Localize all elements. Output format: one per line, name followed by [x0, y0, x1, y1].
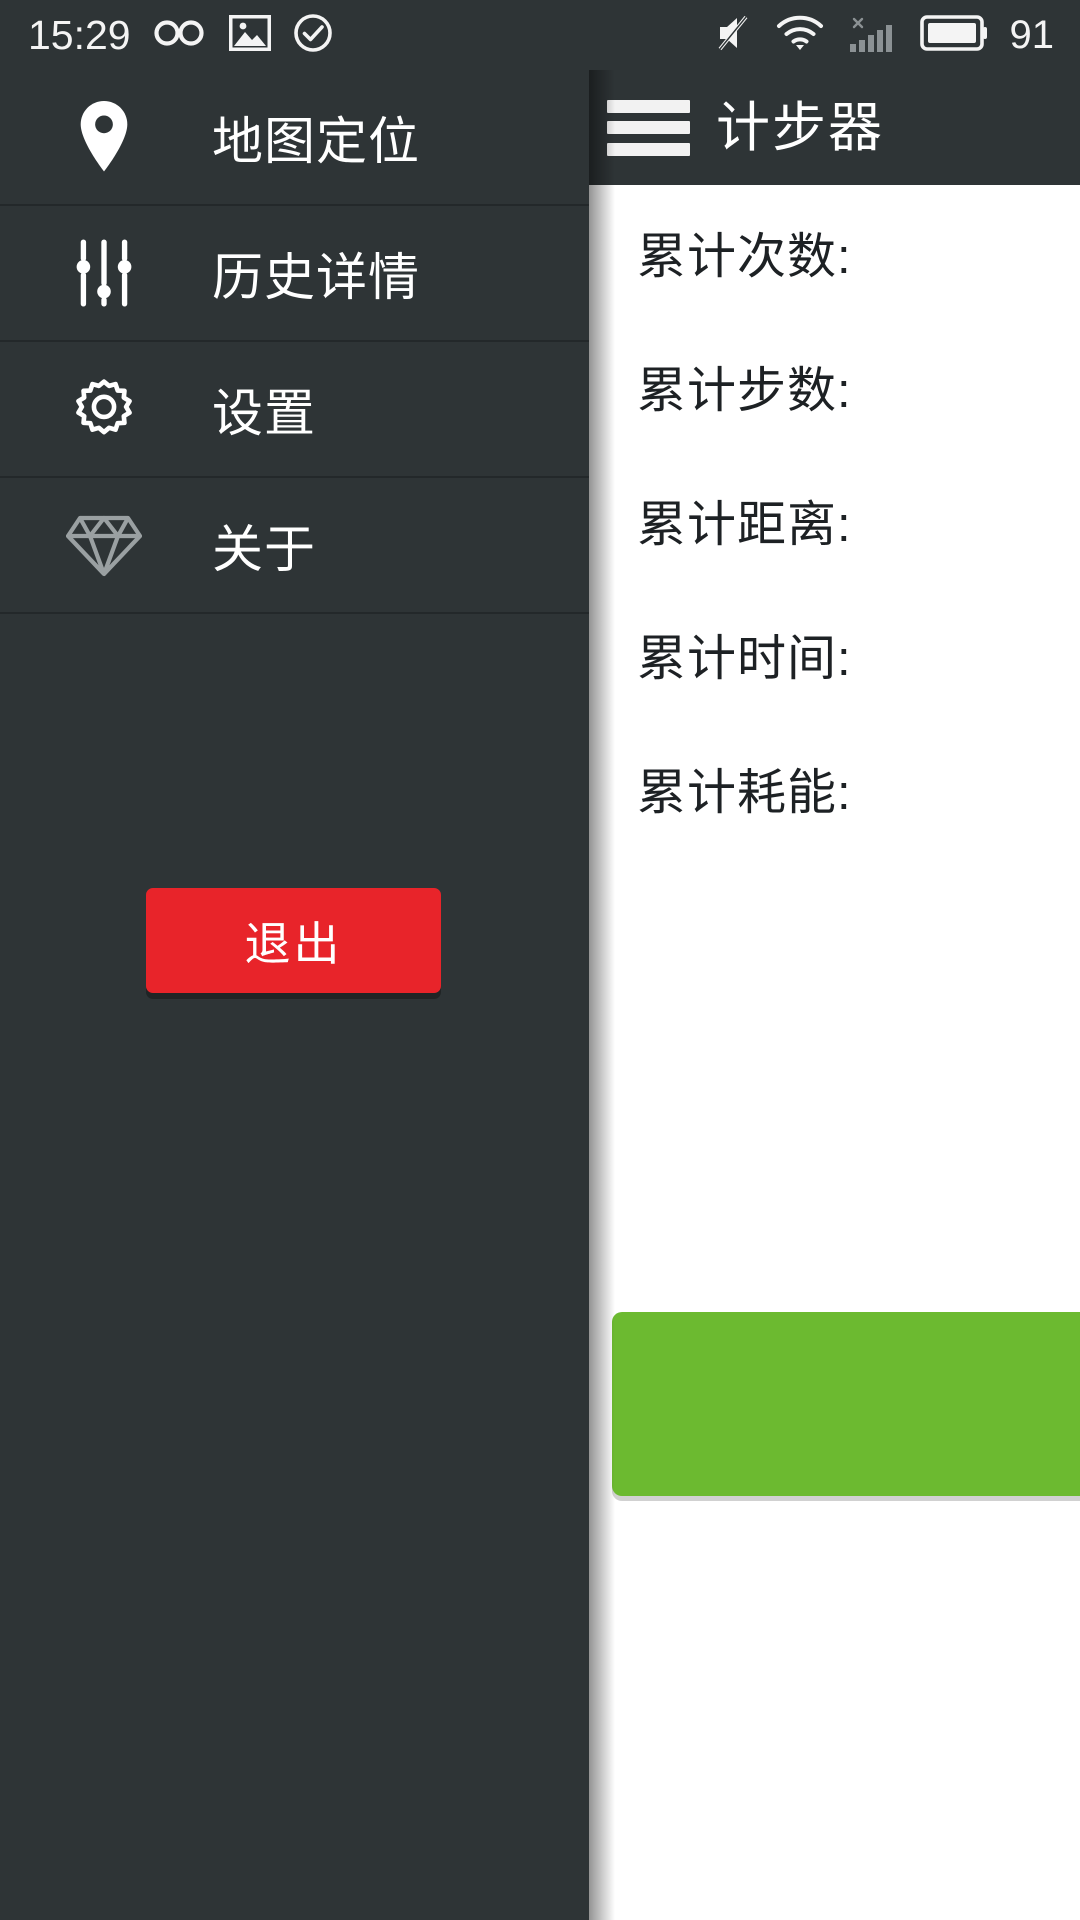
image-icon: [228, 14, 272, 56]
diamond-icon: [48, 512, 160, 578]
start-button[interactable]: [612, 1312, 1080, 1496]
map-pin-icon: [48, 99, 160, 175]
navigation-drawer: 地图定位 历史详情 设置 关于 退出: [0, 0, 589, 1920]
sidebar-item-label: 设置: [212, 385, 317, 442]
stat-row-energy: 累计耗能:: [589, 721, 1080, 855]
hamburger-bar-1: [607, 99, 690, 113]
wifi-icon: [776, 14, 824, 57]
hamburger-bar-2: [607, 121, 690, 134]
infinity-icon: [153, 16, 207, 55]
sidebar-item-about[interactable]: 关于: [0, 478, 589, 614]
stat-label-count: 累计次数:: [637, 229, 852, 284]
stat-row-count: 累计次数:: [589, 185, 1080, 319]
stats-list: 累计次数: 累计步数: 累计距离: 累计时间: 累计耗能:: [589, 185, 1080, 855]
app-action-bar: 计步器: [589, 70, 1080, 185]
sidebar-item-settings[interactable]: 设置: [0, 342, 589, 478]
app-content-panel: 计步器 累计次数: 累计步数: 累计距离: 累计时间: 累计耗能:: [589, 0, 1080, 1920]
stat-row-distance: 累计距离:: [589, 453, 1080, 587]
mute-icon: [716, 13, 754, 58]
hamburger-bar-3: [607, 142, 690, 156]
battery-percent-label: 91: [1009, 13, 1055, 57]
sidebar-item-label: 地图定位: [212, 113, 421, 170]
status-clock: 15:29: [28, 11, 131, 58]
sidebar-item-map-location[interactable]: 地图定位: [0, 70, 589, 206]
status-bar: 15:29 91: [0, 0, 1080, 70]
status-bar-right: 91: [716, 0, 1055, 70]
page-title: 计步器: [716, 97, 884, 158]
stat-label-time: 累计时间:: [637, 631, 852, 686]
stat-label-energy: 累计耗能:: [637, 765, 852, 820]
drawer-menu-list: 地图定位 历史详情 设置 关于: [0, 70, 589, 614]
gear-icon: [48, 376, 160, 442]
phone-screen: 计步器 累计次数: 累计步数: 累计距离: 累计时间: 累计耗能: 地图定位 历…: [0, 0, 1080, 1920]
sidebar-item-history-details[interactable]: 历史详情: [0, 206, 589, 342]
sliders-icon: [48, 238, 160, 308]
stat-label-distance: 累计距离:: [637, 497, 852, 552]
signal-bars-no-service-icon: [846, 12, 898, 59]
stat-row-steps: 累计步数:: [589, 319, 1080, 453]
stat-row-time: 累计时间:: [589, 587, 1080, 721]
check-circle-icon: [293, 13, 333, 58]
stat-label-steps: 累计步数:: [637, 363, 852, 418]
battery-icon: [919, 14, 988, 56]
exit-button[interactable]: 退出: [146, 888, 441, 993]
hamburger-menu-icon[interactable]: [607, 99, 690, 156]
sidebar-item-label: 历史详情: [212, 249, 421, 306]
status-bar-left: 15:29: [28, 13, 333, 58]
sidebar-item-label: 关于: [212, 521, 317, 578]
